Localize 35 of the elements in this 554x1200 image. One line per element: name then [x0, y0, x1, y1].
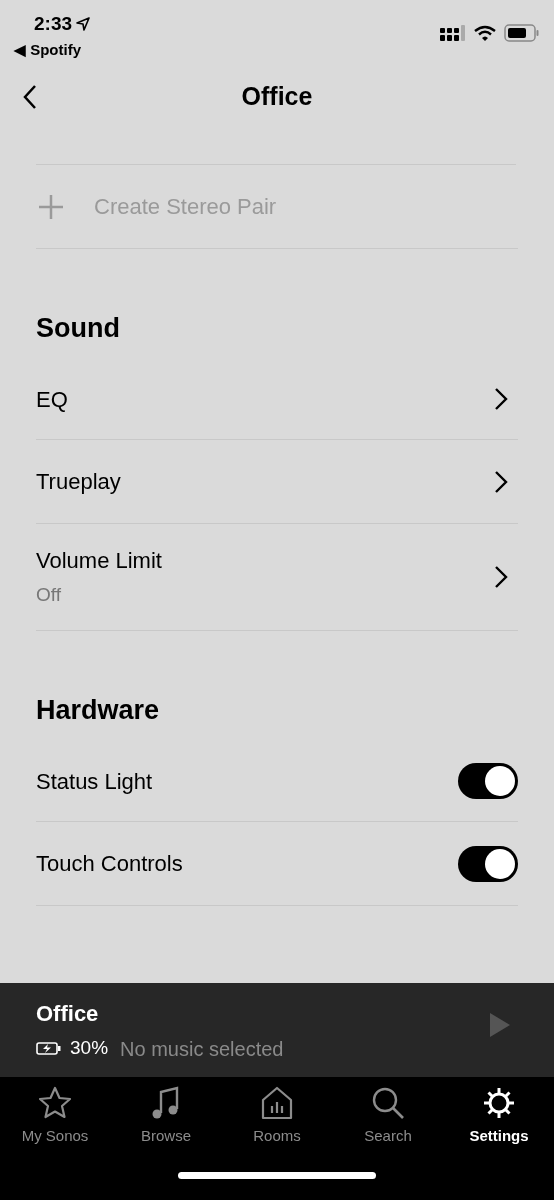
chevron-right-icon[interactable]	[494, 565, 508, 589]
chevron-left-icon	[22, 84, 38, 110]
plus-icon	[38, 193, 64, 220]
toggle-switch[interactable]	[458, 845, 518, 882]
status-time: 2:33	[34, 12, 73, 36]
section-heading: Sound	[36, 313, 120, 344]
back-to-app-link[interactable]: ◀ Spotify	[14, 38, 81, 61]
tab-bar-item[interactable]: Settings	[452, 1085, 546, 1148]
battery-percent: 30%	[70, 1036, 109, 1061]
tab-bar-item[interactable]: My Sonos	[8, 1085, 102, 1148]
signal-icon	[440, 25, 466, 41]
battery-icon	[504, 24, 540, 42]
house-icon	[259, 1085, 295, 1121]
setting-label: Status Light	[36, 767, 153, 796]
toggle-switch[interactable]	[458, 763, 518, 799]
tab-bar-item[interactable]: Browse	[119, 1085, 213, 1148]
battery-charging-icon	[36, 1042, 62, 1055]
chevron-right-icon[interactable]	[494, 469, 508, 494]
wifi-icon	[474, 25, 496, 41]
location-arrow-icon	[76, 17, 91, 32]
setting-label: Volume Limit	[36, 547, 162, 576]
tab-bar-item[interactable]: Search	[341, 1085, 435, 1148]
star-icon	[37, 1085, 73, 1121]
setting-label: EQ	[36, 385, 68, 414]
section-heading: Hardware	[36, 695, 160, 726]
setting-value: Off	[36, 583, 62, 608]
tab-bar-item[interactable]: Rooms	[230, 1085, 324, 1148]
setting-label: Touch Controls	[36, 850, 183, 878]
page-title: Office	[241, 81, 313, 113]
room-name: Office	[36, 999, 99, 1028]
chevron-right-icon[interactable]	[494, 387, 508, 411]
search-icon	[370, 1085, 406, 1121]
track-status: No music selected	[120, 1036, 284, 1062]
settings-icon	[481, 1085, 517, 1121]
setting-label: Trueplay	[36, 468, 121, 496]
